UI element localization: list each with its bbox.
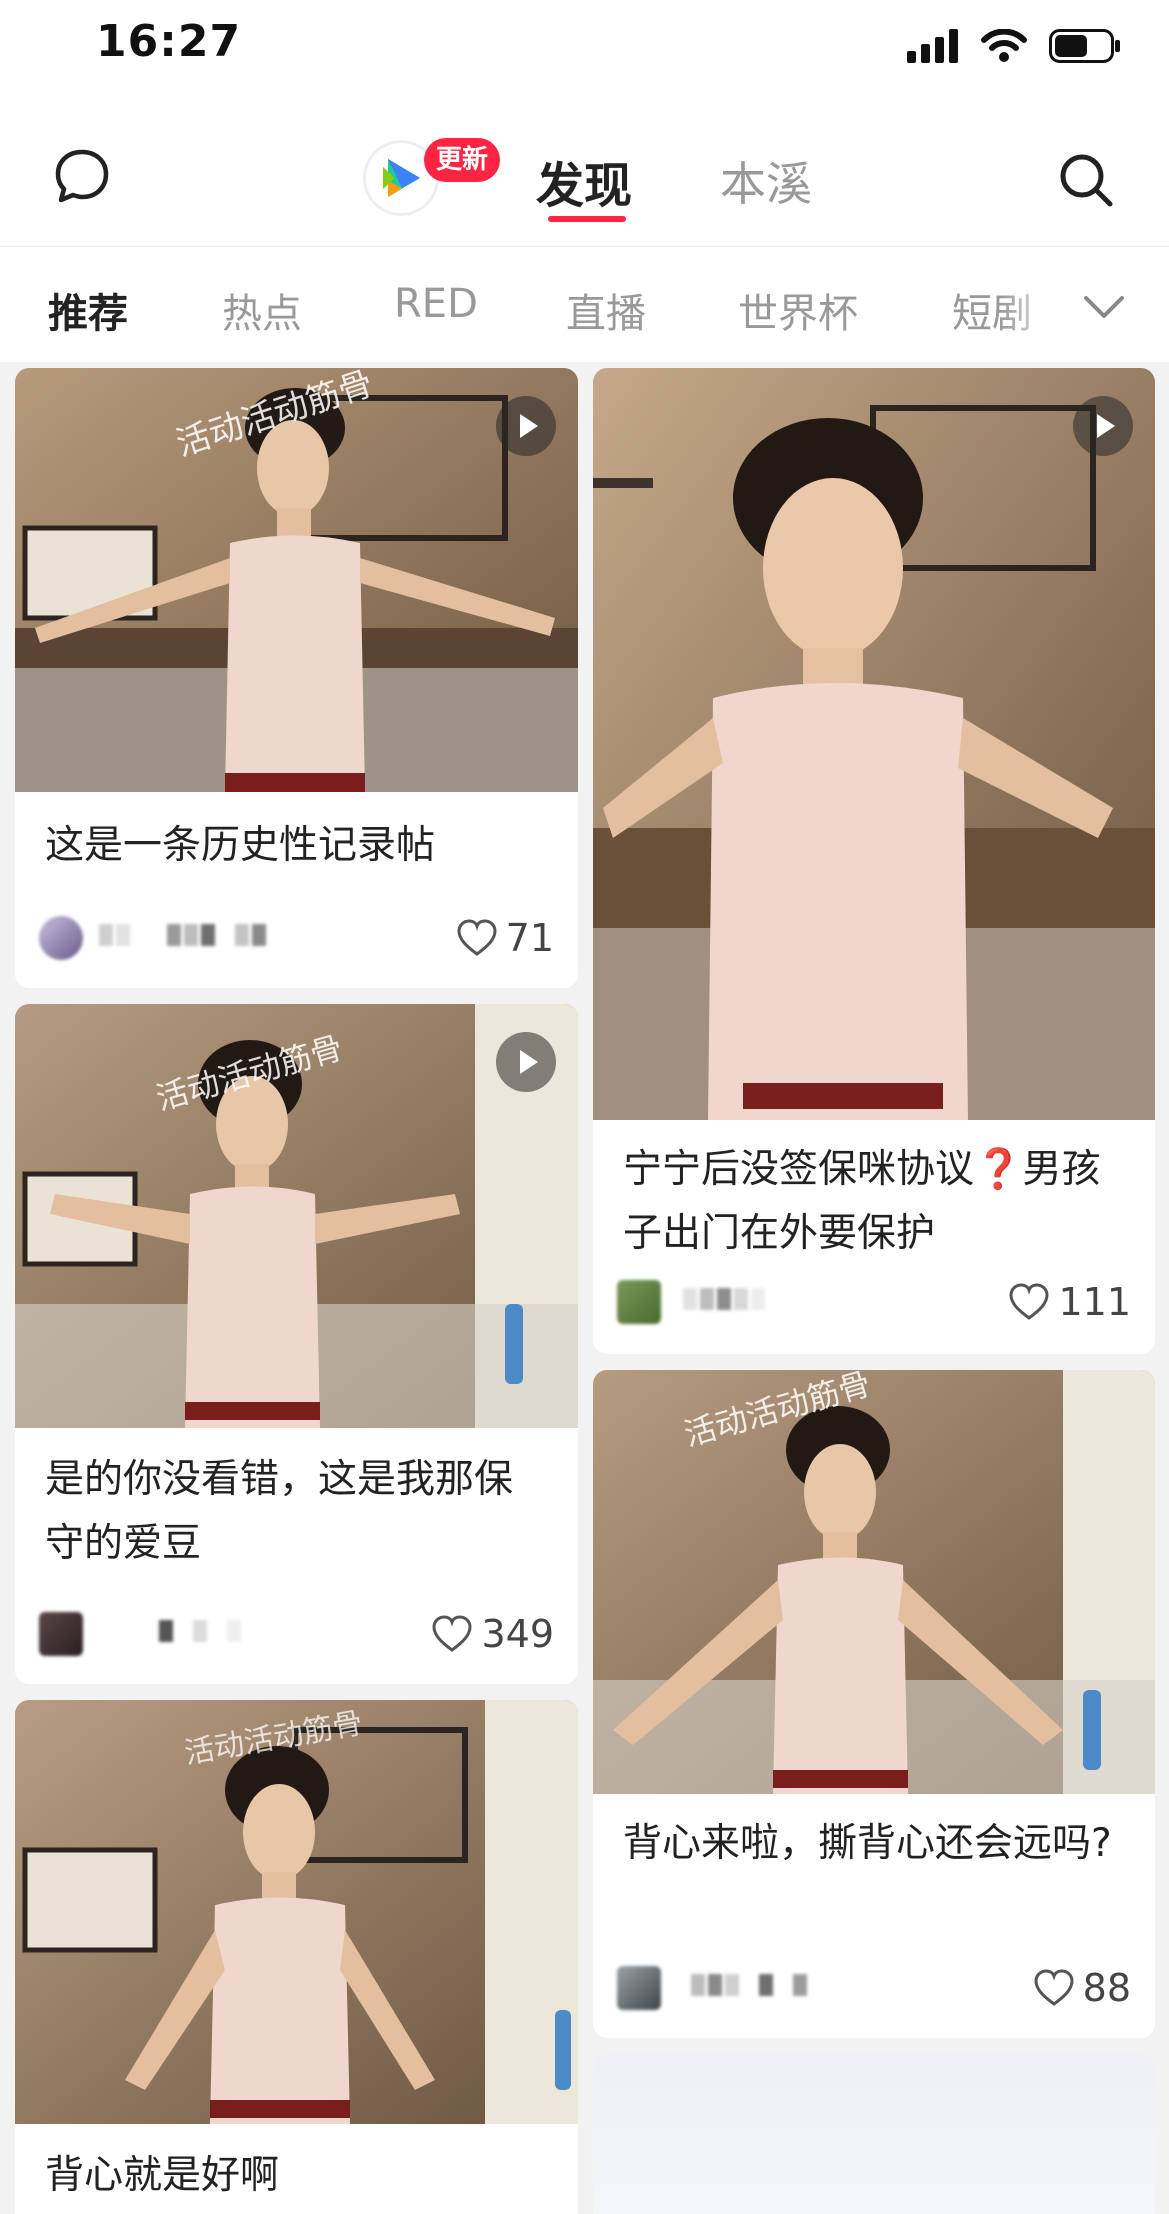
like-count[interactable]: 88 [1033, 1964, 1131, 2012]
status-time: 16:27 [96, 16, 242, 67]
chevron-down-icon[interactable] [1080, 292, 1128, 322]
wifi-icon [981, 29, 1027, 62]
cellular-signal-icon [907, 29, 958, 63]
post-title[interactable]: 背心来啦，撕背心还会远吗? [623, 1812, 1133, 1876]
post-card[interactable]: 活动活动筋骨 背心来啦，撕背心还会远吗? 88 [593, 1370, 1155, 2038]
like-count-value: 71 [505, 916, 554, 960]
category-bar: 推荐 热点 RED 直播 世界杯 短剧 [0, 246, 1169, 363]
post-title[interactable]: 这是一条历史性记录帖 [45, 814, 435, 878]
heart-icon [457, 919, 497, 956]
post-card[interactable]: 宁宁后没签保咪协议❓男孩子出门在外要保护 111 [593, 368, 1155, 1354]
post-cover-image[interactable] [593, 2054, 1155, 2214]
like-count-value: 111 [1058, 1280, 1131, 1324]
post-title[interactable]: 宁宁后没签保咪协议❓男孩子出门在外要保护 [623, 1138, 1133, 1266]
author-name-blurred[interactable] [99, 924, 269, 950]
author-name-blurred[interactable] [691, 1974, 810, 2000]
post-feed[interactable]: 活动活动筋骨 这是一条历史性记录帖 71 宁宁后没签保咪协议❓男孩子出门在外要保… [0, 362, 1169, 2214]
video-play-icon [496, 396, 556, 456]
tab-local[interactable]: 本溪 [720, 148, 812, 214]
category-red[interactable]: RED [394, 281, 478, 327]
category-hot[interactable]: 热点 [222, 281, 302, 339]
author-avatar[interactable] [617, 1280, 661, 1324]
heart-icon [432, 1615, 472, 1652]
like-count[interactable]: 349 [431, 1610, 554, 1658]
category-fade [1000, 247, 1070, 363]
post-title[interactable]: 背心就是好啊 [45, 2144, 279, 2208]
author-name-blurred[interactable] [683, 1288, 768, 1314]
author-avatar[interactable] [617, 1966, 661, 2010]
post-cover-image[interactable]: 活动活动筋骨 [15, 1700, 578, 2124]
message-bubble-icon[interactable] [52, 146, 112, 206]
post-meta: 111 [617, 1278, 1131, 1326]
post-cover-image[interactable] [593, 368, 1155, 1120]
battery-icon [1049, 29, 1120, 63]
post-card[interactable] [593, 2054, 1155, 2214]
heart-icon [1009, 1283, 1049, 1320]
like-count-value: 88 [1082, 1966, 1131, 2010]
post-card[interactable]: 活动活动筋骨 背心就是好啊 [15, 1700, 578, 2214]
status-bar: 16:27 [0, 0, 1169, 96]
post-cover-image[interactable]: 活动活动筋骨 [593, 1370, 1155, 1794]
top-navigation: 更新 发现 本溪 [0, 96, 1169, 246]
post-meta: 349 [39, 1610, 554, 1658]
tab-discover[interactable]: 发现 [536, 146, 632, 216]
heart-icon [1034, 1969, 1074, 2006]
active-tab-indicator [548, 216, 626, 222]
post-card[interactable]: 活动活动筋骨 这是一条历史性记录帖 71 [15, 368, 578, 988]
post-meta: 71 [39, 914, 554, 962]
category-world-cup[interactable]: 世界杯 [738, 281, 858, 339]
video-play-icon [496, 1032, 556, 1092]
post-card[interactable]: 活动活动筋骨 是的你没看错，这是我那保守的爱豆 349 [15, 1004, 578, 1684]
search-icon[interactable] [1056, 150, 1116, 210]
category-live[interactable]: 直播 [566, 281, 646, 339]
video-play-icon [1073, 396, 1133, 456]
like-count[interactable]: 111 [1008, 1278, 1131, 1326]
category-recommended[interactable]: 推荐 [48, 281, 128, 339]
update-badge[interactable]: 更新 [424, 138, 501, 182]
status-icons [907, 24, 1121, 68]
author-name-blurred[interactable] [159, 1620, 244, 1646]
post-cover-image[interactable]: 活动活动筋骨 [15, 368, 578, 792]
author-avatar[interactable] [39, 916, 83, 960]
post-title[interactable]: 是的你没看错，这是我那保守的爱豆 [45, 1448, 545, 1576]
like-count[interactable]: 71 [456, 914, 554, 962]
like-count-value: 349 [481, 1612, 554, 1656]
author-avatar[interactable] [39, 1612, 83, 1656]
post-cover-image[interactable]: 活动活动筋骨 [15, 1004, 578, 1428]
post-meta: 88 [617, 1964, 1131, 2012]
